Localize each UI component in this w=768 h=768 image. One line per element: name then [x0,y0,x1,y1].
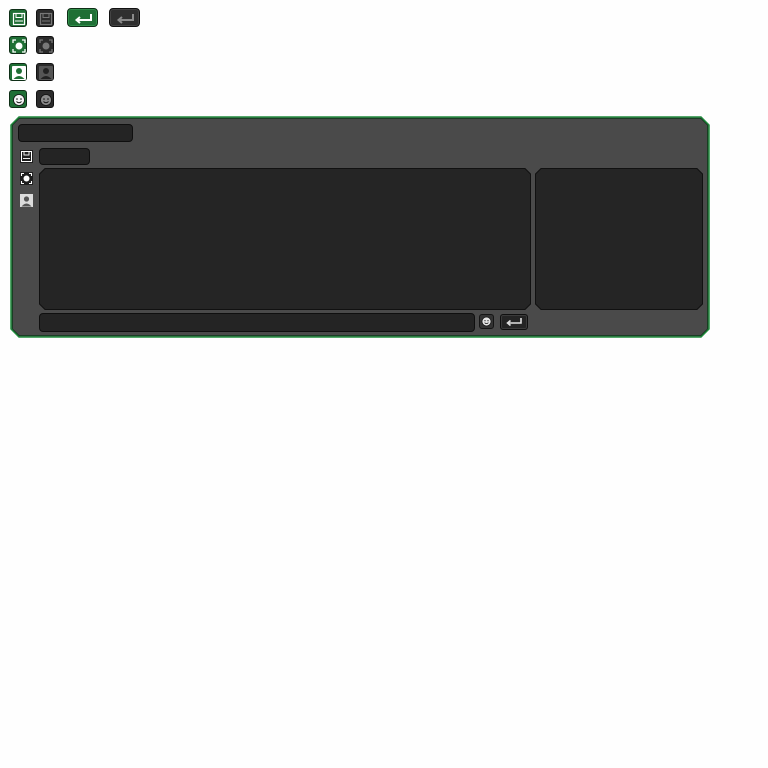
save-icon[interactable] [19,149,34,164]
panel-title [18,124,133,142]
target-icon [36,36,54,54]
emoji-icon [481,316,492,327]
channel-field[interactable] [39,148,90,165]
user-list[interactable] [535,168,703,310]
message-input[interactable] [39,313,475,332]
enter-button-active [67,8,98,27]
enter-icon [74,14,92,24]
target-icon[interactable] [19,171,34,186]
enter-icon [116,14,134,24]
emoji-button[interactable] [479,314,494,329]
emoji-icon [36,90,54,108]
send-button[interactable] [500,314,528,330]
enter-icon [506,318,522,327]
save-icon [36,9,54,27]
user-icon [36,63,54,81]
chat-panel [10,116,710,338]
emoji-icon [9,90,27,108]
save-icon [9,9,27,27]
message-log[interactable] [39,168,531,310]
target-icon [9,36,27,54]
user-icon [9,63,27,81]
enter-button-inactive [109,8,140,27]
user-icon[interactable] [19,193,34,208]
